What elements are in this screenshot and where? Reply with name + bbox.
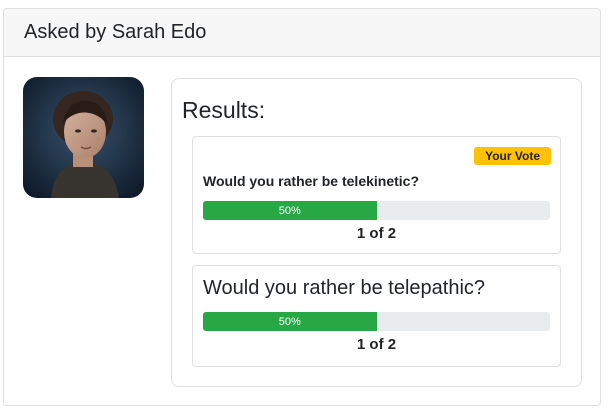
progress-label: 50% (278, 315, 301, 328)
vote-count: 1 of 2 (356, 336, 397, 353)
vote-count: 1 of 2 (356, 225, 397, 242)
avatar (23, 77, 144, 198)
progress-bar: 50% (203, 201, 550, 220)
avatar-image (23, 77, 144, 198)
progress-label: 50% (278, 204, 301, 217)
results-title: Results: (182, 97, 266, 123)
poll-option-card: Would you rather be telepathic? 50% 1 of… (192, 265, 561, 367)
poll-option-card: Your Vote Would you rather be telekineti… (192, 136, 561, 254)
your-vote-badge: Your Vote (474, 147, 551, 165)
progress-bar: 50% (203, 312, 550, 331)
progress-fill: 50% (203, 201, 377, 220)
option-question: Would you rather be telepathic? (203, 277, 486, 299)
card-header: Asked by Sarah Edo (4, 9, 600, 57)
author-title: Asked by Sarah Edo (24, 21, 207, 43)
results-panel: Results: Your Vote Would you rather be t… (171, 78, 582, 387)
progress-fill: 50% (203, 312, 377, 331)
poll-card: Asked by Sarah Edo Results: Your Vote Wo… (3, 8, 601, 406)
option-question: Would you rather be telekinetic? (203, 173, 420, 189)
